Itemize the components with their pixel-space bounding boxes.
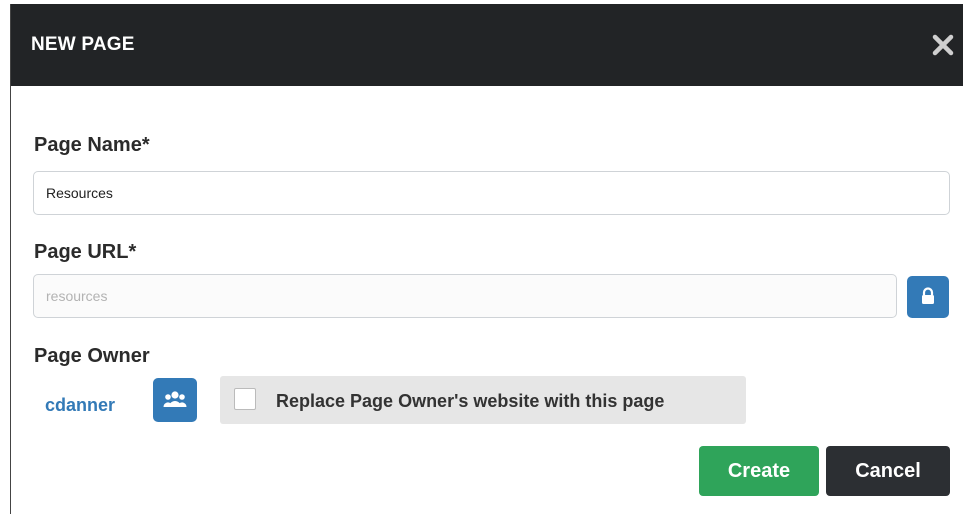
close-icon[interactable] [930,32,956,58]
dialog-title: NEW PAGE [31,34,135,55]
page-url-label: Page URL* [34,241,137,263]
lock-url-button[interactable] [907,276,949,318]
page-name-input[interactable] [33,171,950,215]
dialog-header: NEW PAGE [11,4,963,86]
page-owner-label: Page Owner [34,345,150,367]
cancel-button[interactable]: Cancel [826,446,950,496]
replace-website-option: Replace Page Owner's website with this p… [220,376,746,424]
page-url-input[interactable] [33,274,897,318]
page-name-label: Page Name* [34,134,150,156]
change-owner-button[interactable] [153,378,197,422]
replace-website-checkbox[interactable] [234,388,256,410]
create-button[interactable]: Create [699,446,819,496]
replace-website-label: Replace Page Owner's website with this p… [276,391,665,411]
new-page-dialog: NEW PAGE Page Name* Page URL* Page Owner… [10,4,963,514]
owner-link[interactable]: cdanner [45,395,115,416]
